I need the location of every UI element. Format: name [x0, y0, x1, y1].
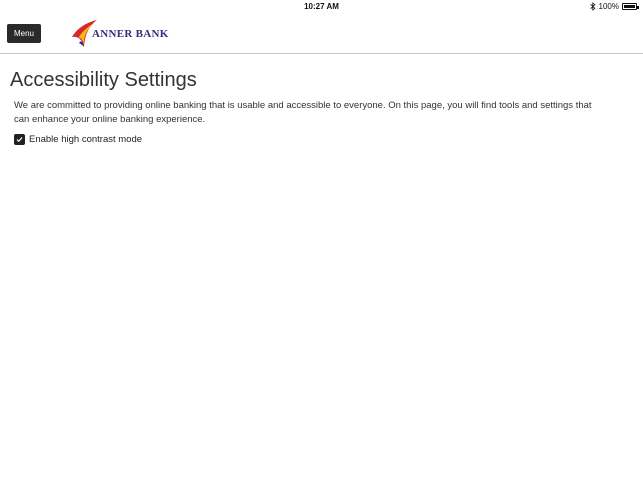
- menu-button[interactable]: Menu: [7, 24, 41, 43]
- status-indicators: 100%: [589, 2, 639, 11]
- checkmark-icon: [16, 137, 23, 143]
- high-contrast-option[interactable]: Enable high contrast mode: [14, 134, 630, 145]
- high-contrast-label[interactable]: Enable high contrast mode: [29, 134, 142, 145]
- page-description: We are committed to providing online ban…: [14, 100, 592, 125]
- page-title: Accessibility Settings: [10, 69, 197, 91]
- high-contrast-checkbox[interactable]: [14, 134, 25, 145]
- status-time: 10:27 AM: [304, 2, 339, 11]
- banner-bank-logo[interactable]: ANNER BANK: [70, 19, 169, 49]
- status-bar: 10:27 AM 100%: [0, 0, 643, 14]
- battery-percent: 100%: [598, 2, 619, 11]
- main-content: Accessibility Settings We are committed …: [10, 66, 630, 145]
- logo-wordmark: ANNER BANK: [92, 28, 169, 40]
- app-header: Menu ANNER BANK: [0, 14, 643, 54]
- battery-icon: [622, 3, 639, 10]
- bluetooth-icon: [589, 2, 595, 11]
